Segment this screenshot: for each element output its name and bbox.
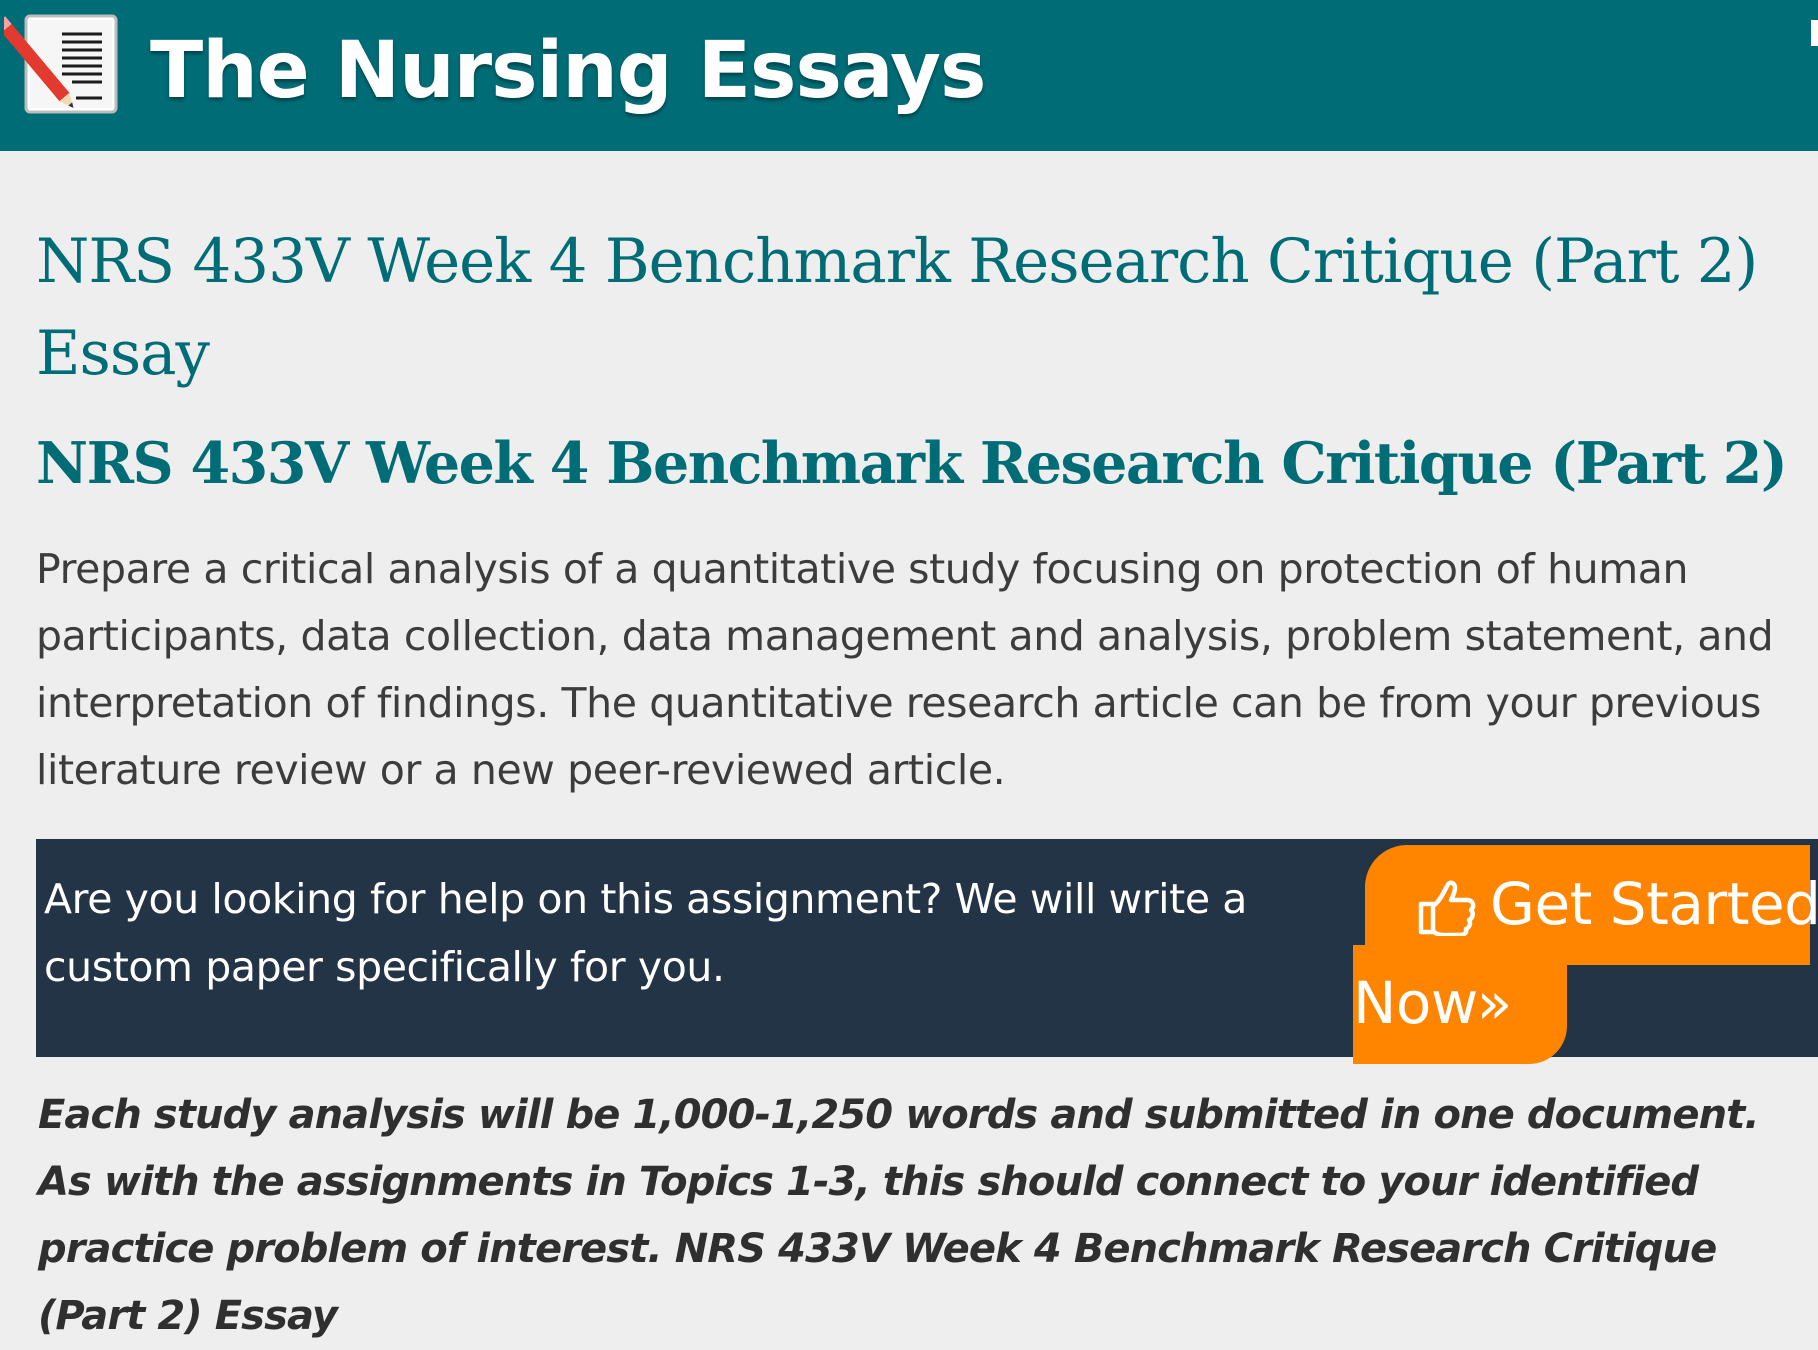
intro-paragraph: Prepare a critical analysis of a quantit…	[36, 545, 1774, 794]
thumbs-up-pointing-icon	[1418, 880, 1476, 936]
site-header: The Nursing Essays	[0, 0, 1818, 151]
site-name[interactable]: The Nursing Essays	[150, 26, 986, 116]
cta-text: Are you looking for help on this assignm…	[44, 875, 1248, 991]
section-heading: NRS 433V Week 4 Benchmark Research Criti…	[36, 430, 1788, 497]
get-started-label[interactable]: Get Started	[1490, 868, 1818, 940]
notepad-pencil-icon[interactable]	[4, 10, 120, 116]
get-started-now-label[interactable]: Now»	[1353, 967, 1512, 1039]
header-edge-mark	[1811, 20, 1818, 46]
page-title: NRS 433V Week 4 Benchmark Research Criti…	[36, 226, 1758, 389]
emphasis-paragraph: Each study analysis will be 1,000-1,250 …	[38, 1092, 1760, 1339]
